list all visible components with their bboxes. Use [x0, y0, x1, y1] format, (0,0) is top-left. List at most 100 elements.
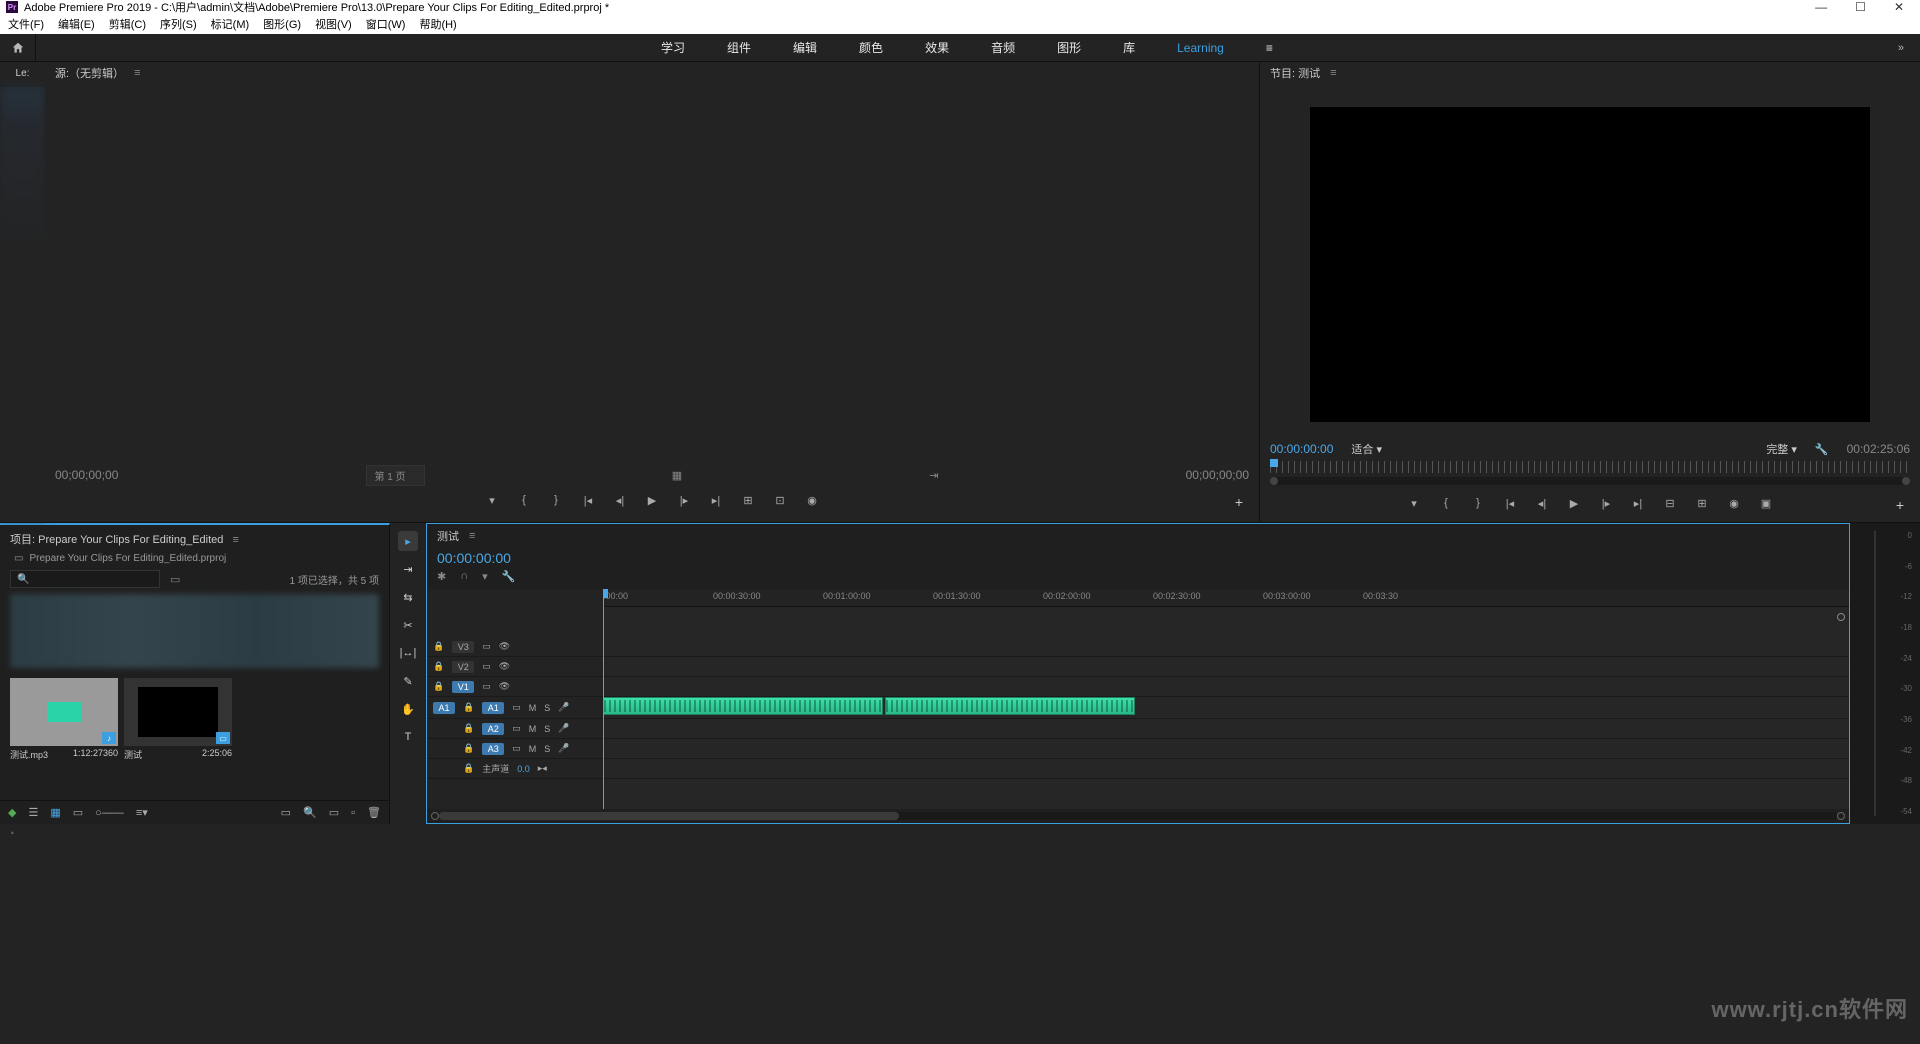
zoom-handle-icon[interactable]: [431, 812, 439, 820]
voice-icon[interactable]: 🎤: [558, 702, 569, 713]
pen-tool-icon[interactable]: ✎: [398, 671, 418, 691]
expand-icon[interactable]: ▸◂: [538, 763, 547, 774]
track-select-tool-icon[interactable]: ⇥: [398, 559, 418, 579]
home-button[interactable]: [0, 34, 36, 61]
source-page-dropdown[interactable]: 第 1 页: [366, 465, 425, 486]
menu-window[interactable]: 窗口(W): [366, 16, 406, 32]
menu-clip[interactable]: 剪辑(C): [109, 16, 146, 32]
play-icon[interactable]: ▶: [1567, 497, 1581, 510]
timeline-scrollbar[interactable]: [427, 809, 1849, 823]
step-back-icon[interactable]: ◂|: [613, 494, 627, 507]
lock-icon[interactable]: 🔒: [433, 641, 444, 652]
track-a1[interactable]: A1: [482, 702, 504, 714]
master-track-label[interactable]: 主声道: [482, 762, 509, 775]
new-bin-icon[interactable]: ▭: [329, 806, 339, 819]
track-v2[interactable]: V2: [452, 661, 474, 673]
lock-icon[interactable]: 🔒: [463, 763, 474, 774]
new-item-icon[interactable]: ▫: [351, 807, 355, 819]
add-button-icon[interactable]: +: [1896, 497, 1904, 513]
minimize-button[interactable]: —: [1815, 0, 1827, 14]
audio-clip[interactable]: [603, 697, 883, 715]
sort-icon[interactable]: ≡▾: [136, 806, 148, 819]
marker-icon[interactable]: ▾: [485, 494, 499, 507]
src-a1[interactable]: A1: [433, 702, 455, 714]
compare-icon[interactable]: ▣: [1759, 497, 1773, 510]
lock-icon[interactable]: 🔒: [433, 661, 444, 672]
maximize-button[interactable]: ☐: [1855, 0, 1866, 14]
solo-icon[interactable]: S: [544, 703, 550, 713]
menu-view[interactable]: 视图(V): [315, 16, 352, 32]
razor-tool-icon[interactable]: ✂: [398, 615, 418, 635]
left-tab[interactable]: Le:: [0, 62, 45, 86]
timeline-sequence-name[interactable]: 测试: [437, 528, 459, 544]
in-point-icon[interactable]: {: [517, 494, 531, 507]
close-button[interactable]: ✕: [1894, 0, 1904, 14]
mute-icon[interactable]: M: [529, 703, 537, 713]
program-tc-left[interactable]: 00:00:00:00: [1270, 442, 1333, 456]
zoom-handle-right[interactable]: [1902, 477, 1910, 485]
settings-icon[interactable]: 🔧: [502, 570, 516, 583]
track-a3[interactable]: A3: [482, 743, 504, 755]
zoom-handle-left[interactable]: [1270, 477, 1278, 485]
voice-icon[interactable]: 🎤: [558, 723, 569, 734]
marker-icon[interactable]: ▾: [1407, 497, 1421, 510]
panel-menu-icon[interactable]: ≡: [134, 67, 140, 79]
ws-menu-icon[interactable]: ≡: [1266, 41, 1273, 55]
snap-icon[interactable]: ✱: [437, 570, 446, 583]
menu-sequence[interactable]: 序列(S): [160, 16, 197, 32]
source-tc-left[interactable]: 00;00;00;00: [55, 468, 118, 482]
source-viewer[interactable]: [45, 84, 1259, 460]
program-zoom-bar[interactable]: [1270, 477, 1910, 485]
menu-edit[interactable]: 编辑(E): [58, 16, 95, 32]
bin-icon[interactable]: ▭: [170, 573, 180, 586]
in-point-icon[interactable]: {: [1439, 497, 1453, 510]
ws-effects[interactable]: 效果: [925, 39, 949, 56]
out-point-icon[interactable]: }: [1471, 497, 1485, 510]
timeline-tracks-area[interactable]: :00:00 00:00:30:00 00:01:00:00 00:01:30:…: [603, 589, 1849, 809]
mute-icon[interactable]: M: [529, 724, 537, 734]
toggle-output-icon[interactable]: ▭: [512, 743, 521, 754]
automate-icon[interactable]: ▭: [281, 806, 291, 819]
goto-out-icon[interactable]: ▸|: [709, 494, 723, 507]
toggle-output-icon[interactable]: ▭: [482, 661, 491, 672]
eye-icon[interactable]: 👁: [499, 661, 510, 672]
toggle-output-icon[interactable]: ▭: [512, 702, 521, 713]
marker-add-icon[interactable]: ▾: [482, 570, 488, 583]
solo-icon[interactable]: S: [544, 744, 550, 754]
track-v1[interactable]: V1: [452, 681, 474, 693]
timeline-timecode[interactable]: 00:00:00:00: [427, 548, 1849, 568]
selection-tool-icon[interactable]: ▸: [398, 531, 418, 551]
write-toggle-icon[interactable]: ◆: [8, 806, 16, 819]
extract-icon[interactable]: ⊞: [1695, 497, 1709, 510]
lock-icon[interactable]: 🔒: [463, 702, 474, 713]
eye-icon[interactable]: 👁: [499, 641, 510, 652]
ws-learn[interactable]: 学习: [661, 39, 685, 56]
play-icon[interactable]: ▶: [645, 494, 659, 507]
freeform-view-icon[interactable]: ▭: [73, 806, 83, 819]
delete-icon[interactable]: 🗑: [367, 806, 381, 819]
menu-marker[interactable]: 标记(M): [211, 16, 250, 32]
toggle-output-icon[interactable]: ▭: [512, 723, 521, 734]
slip-tool-icon[interactable]: |↔|: [398, 643, 418, 663]
source-tc-right[interactable]: 00;00;00;00: [1186, 468, 1249, 482]
menu-file[interactable]: 文件(F): [8, 16, 44, 32]
track-a2[interactable]: A2: [482, 723, 504, 735]
eye-icon[interactable]: 👁: [499, 681, 510, 692]
ws-graphics[interactable]: 图形: [1057, 39, 1081, 56]
toggle-output-icon[interactable]: ▭: [482, 681, 491, 692]
project-search-input[interactable]: 🔍: [10, 570, 160, 588]
program-fit-dropdown[interactable]: 适合 ▾: [1351, 441, 1382, 457]
icon-view-icon[interactable]: ▦: [50, 806, 60, 819]
project-item[interactable]: ▭ 测试2:25:06: [124, 678, 232, 763]
source-icon-a[interactable]: ▦: [672, 469, 682, 482]
hand-tool-icon[interactable]: ✋: [398, 699, 418, 719]
master-value[interactable]: 0.0: [517, 764, 530, 774]
panel-menu-icon[interactable]: ≡: [469, 530, 475, 542]
zoom-slider[interactable]: ○——: [95, 807, 124, 819]
program-quality-dropdown[interactable]: 完整 ▾: [1766, 441, 1797, 457]
scroll-thumb[interactable]: [439, 812, 899, 820]
lock-icon[interactable]: 🔒: [463, 723, 474, 734]
ws-overflow-icon[interactable]: »: [1898, 42, 1904, 54]
scroll-handle-icon[interactable]: [1837, 613, 1845, 621]
step-fwd-icon[interactable]: |▸: [1599, 497, 1613, 510]
